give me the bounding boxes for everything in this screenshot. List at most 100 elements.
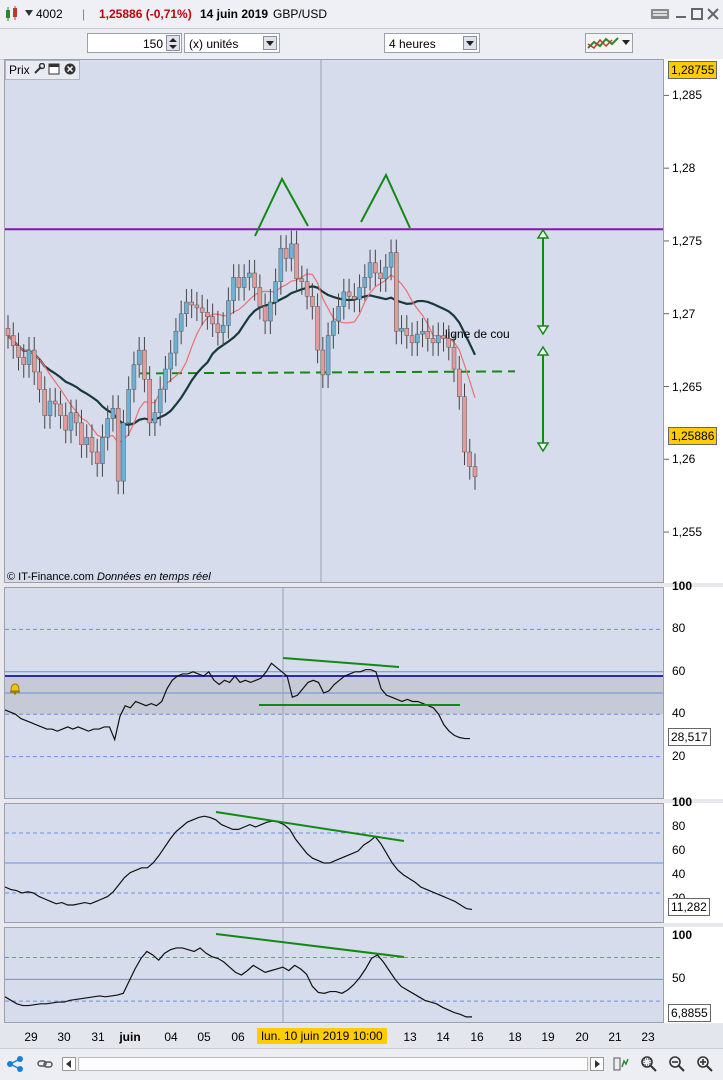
candle-body [173, 330, 179, 354]
candle-body [73, 412, 79, 424]
candle-body [241, 277, 247, 288]
candle-body [110, 408, 116, 419]
copyright-text: © IT-Finance.com [7, 571, 94, 583]
candle-body [37, 371, 42, 390]
candle-body [283, 247, 289, 259]
candle-body [210, 316, 215, 325]
price-tick-label: 1,275 [672, 233, 703, 248]
horizontal-scrollbar[interactable] [78, 1057, 588, 1071]
candle-body [121, 422, 126, 482]
candle-body [352, 296, 357, 300]
candle-body [26, 349, 32, 365]
candle-body [68, 412, 74, 431]
x-tick-label: 16 [470, 1030, 484, 1044]
candle-body [268, 301, 273, 322]
candle-body [289, 243, 294, 259]
candle-body [278, 247, 284, 282]
measure-arrow-upper-head-down [536, 325, 550, 336]
bottom-bar [0, 1048, 723, 1080]
osc3-tick-label: 50 [672, 971, 686, 986]
alert-bell-icon[interactable] [8, 681, 22, 695]
candle-body [94, 451, 100, 464]
price-tick-label: 1,26 [672, 452, 696, 467]
candle-body [409, 335, 415, 344]
link-icon[interactable] [36, 1055, 54, 1073]
osc2-tick-label: 100 [672, 795, 693, 809]
candle-body [451, 346, 457, 370]
candle-body [194, 304, 200, 309]
price-panel-title: Prix [9, 63, 30, 77]
candle-body [84, 437, 89, 445]
x-tick-label: juin [119, 1030, 141, 1044]
candle-body [467, 451, 473, 467]
candle-body [430, 338, 436, 344]
candle-body [367, 262, 373, 278]
x-tick-label: 21 [608, 1030, 622, 1044]
candle-body [325, 335, 331, 376]
candle-body [189, 301, 194, 306]
candle-body [163, 368, 168, 390]
candle-body [257, 287, 263, 307]
x-tick-label: lun. 10 juin 2019 10:00 [257, 1028, 387, 1044]
candle-body [226, 300, 231, 326]
candle-body [115, 408, 121, 482]
candle-body [52, 400, 58, 405]
rsi-divergence-line [282, 657, 400, 668]
price-tick-label: 1,27 [672, 306, 696, 321]
rsi-tick-label: 80 [672, 621, 686, 636]
zoom-area-icon[interactable] [640, 1055, 658, 1073]
x-tick-label: 13 [403, 1030, 417, 1044]
candle-body [5, 328, 11, 336]
candle-body [168, 352, 173, 370]
scroll-left-icon[interactable] [62, 1057, 76, 1071]
price-last-value: 1,25886 [668, 427, 718, 445]
candle-body [131, 364, 137, 390]
candle-body [341, 291, 347, 307]
zoom-out-icon[interactable] [668, 1055, 686, 1073]
zoom-fit-icon[interactable] [612, 1055, 630, 1073]
measure-arrow-lower-head-up [536, 345, 550, 356]
candle-body [157, 389, 163, 413]
scroll-right-icon[interactable] [590, 1057, 604, 1071]
realtime-text: Données en temps réel [97, 571, 211, 583]
zoom-in-icon[interactable] [696, 1055, 714, 1073]
share-icon[interactable] [6, 1055, 24, 1073]
candle-body [378, 272, 383, 280]
price-tick-label: 1,285 [672, 88, 703, 103]
measure-arrow-lower-head-down [536, 442, 550, 453]
candle-body [315, 306, 320, 351]
candle-body [47, 400, 53, 416]
candle-body [89, 437, 95, 453]
window-icon[interactable] [48, 63, 60, 75]
rsi-tick-label: 20 [672, 748, 686, 763]
candle-body [299, 278, 305, 282]
candle-body [383, 266, 389, 280]
candle-body [63, 415, 68, 431]
measure-arrow-upper-head-up [536, 228, 550, 239]
x-tick-label: 06 [231, 1030, 245, 1044]
x-tick-label: 30 [57, 1030, 71, 1044]
x-tick-label: 19 [541, 1030, 555, 1044]
candle-body [100, 437, 105, 464]
candle-body [310, 296, 315, 307]
rsi-band [5, 676, 663, 715]
candle-body [472, 466, 478, 477]
candle-body [273, 281, 278, 303]
close-panel-icon[interactable] [64, 63, 76, 75]
price-panel-header: Prix [5, 60, 80, 80]
candle-body [362, 277, 368, 288]
candle-body [178, 313, 184, 332]
candle-body [252, 272, 257, 288]
osc2-last-value: 11,282 [668, 898, 710, 916]
candle-body [21, 357, 26, 365]
price-tick-label: 1,28 [672, 161, 696, 176]
x-tick-label: 18 [508, 1030, 522, 1044]
candle-body [304, 281, 310, 297]
candle-body [142, 349, 147, 380]
candle-body [126, 389, 131, 424]
candle-body [31, 349, 37, 373]
candle-body [357, 287, 362, 300]
candle-body [136, 349, 142, 365]
wrench-icon[interactable] [33, 63, 46, 75]
candle-body [462, 396, 467, 453]
